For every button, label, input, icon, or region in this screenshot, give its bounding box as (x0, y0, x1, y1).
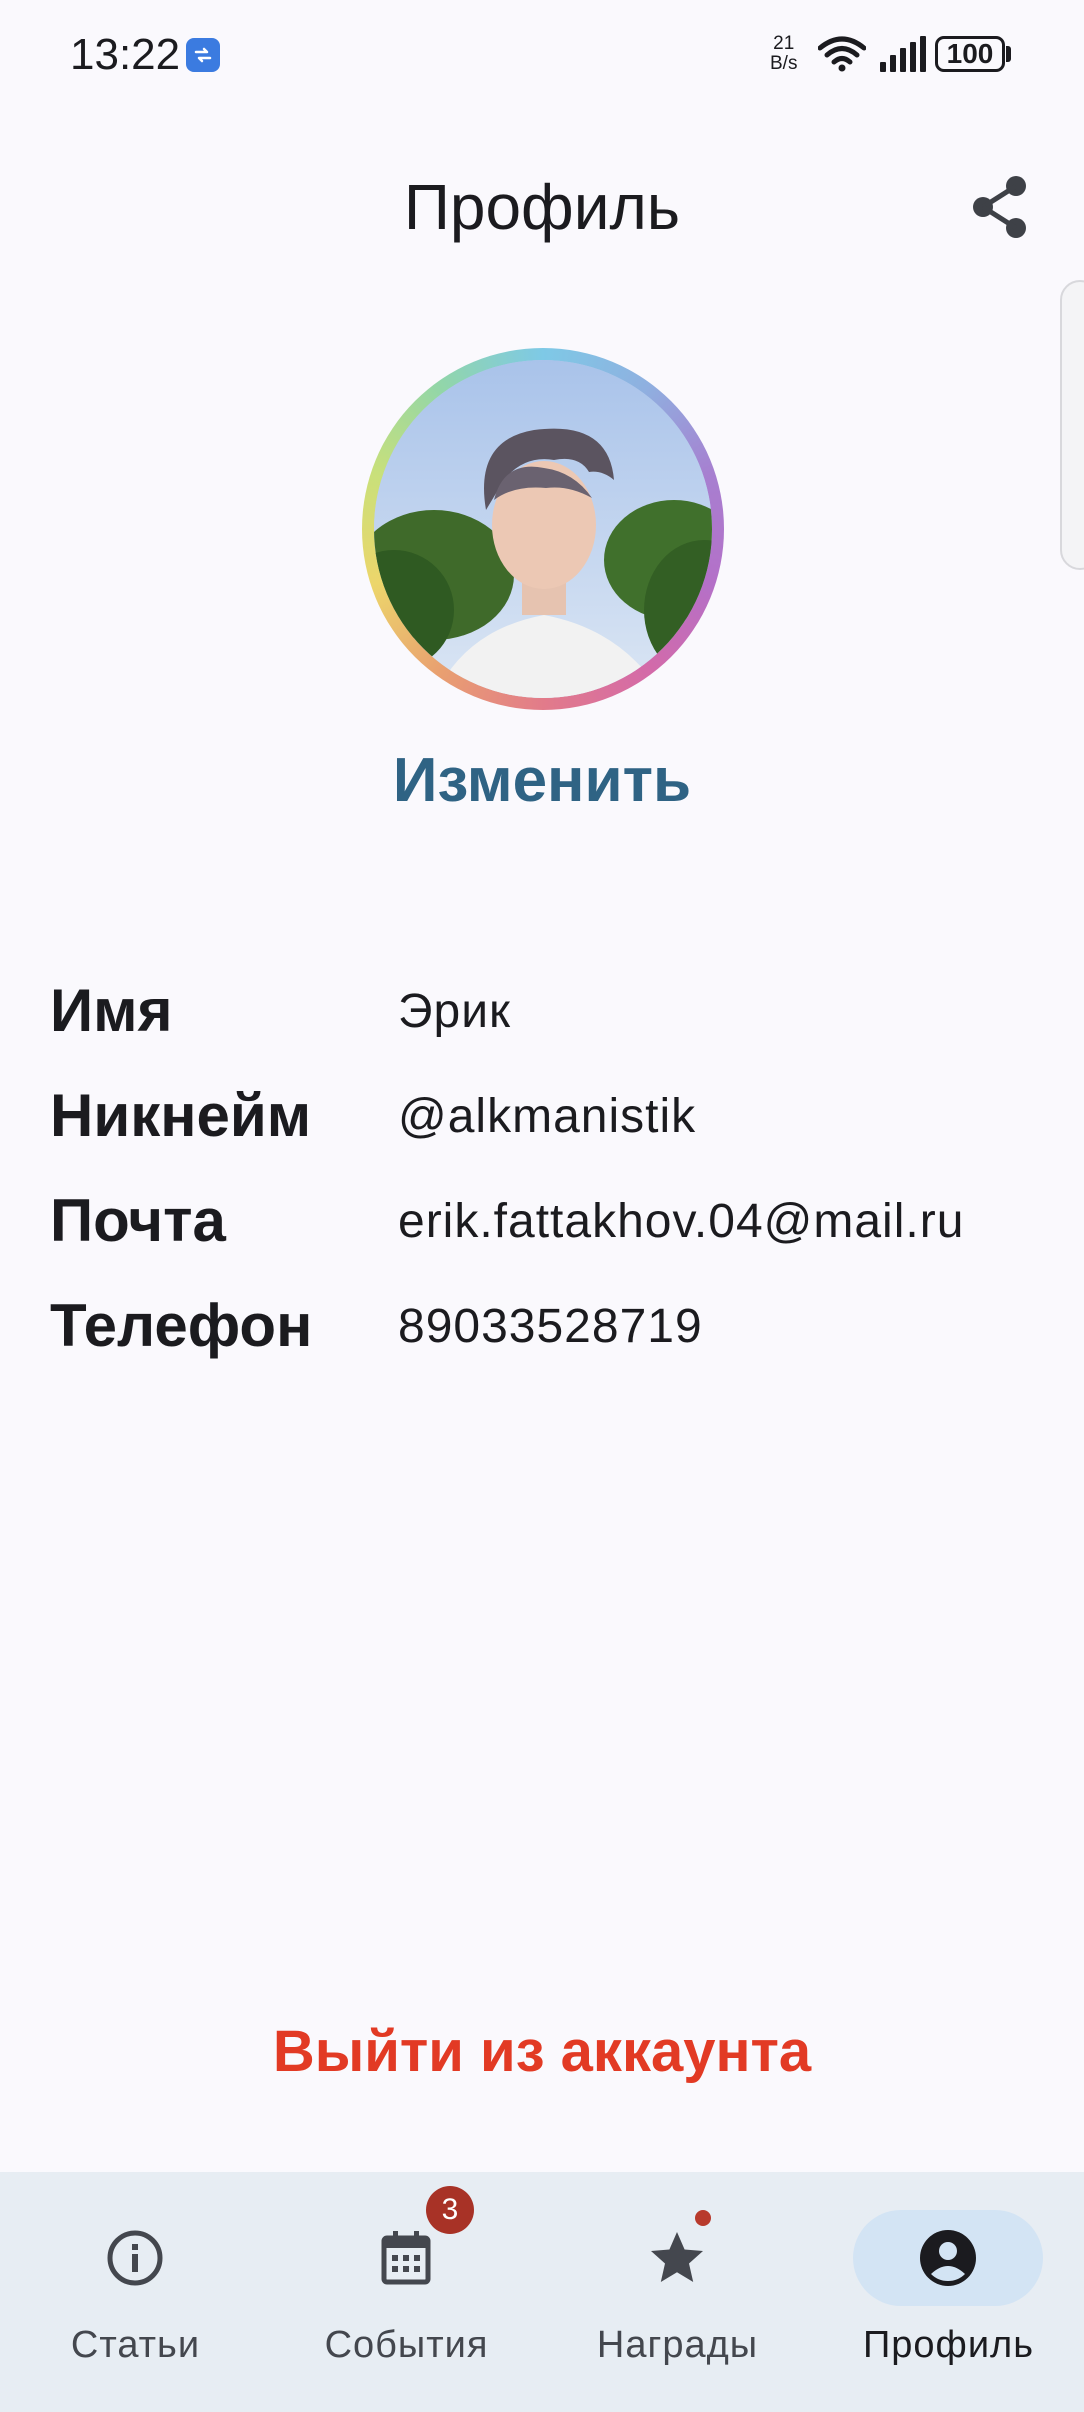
nav-icon-container (582, 2210, 772, 2306)
nav-label: События (324, 2324, 489, 2366)
nav-icon-container (311, 2210, 501, 2306)
info-row-name: Имя Эрик (50, 976, 1050, 1056)
notification-dot (695, 2210, 711, 2226)
field-label: Почта (50, 1187, 226, 1254)
field-value: @alkmanistik (398, 1090, 697, 1143)
account-circle-icon (920, 2230, 976, 2286)
page-title: Профиль (403, 171, 681, 243)
info-icon (107, 2230, 163, 2286)
share-icon[interactable] (970, 172, 1030, 242)
status-bar: 13:22 21 B/s 100 (0, 0, 1084, 110)
sync-app-icon (186, 38, 220, 72)
field-label: Никнейм (50, 1082, 312, 1149)
signal-icon (880, 36, 926, 72)
nav-label: Награды (596, 2324, 759, 2366)
avatar-ring[interactable] (362, 348, 724, 710)
nav-item-articles[interactable]: Статьи (0, 2172, 271, 2412)
avatar[interactable] (374, 360, 712, 698)
battery-indicator: 100 (935, 36, 1005, 72)
field-value: Эрик (398, 985, 512, 1038)
star-icon (651, 2232, 703, 2282)
nav-item-events[interactable]: 3 События (271, 2172, 542, 2412)
field-value: 89033528719 (398, 1300, 703, 1353)
nav-icon-container-active (853, 2210, 1043, 2306)
network-speed: 21 B/s (770, 34, 797, 74)
nav-item-awards[interactable]: Награды (542, 2172, 813, 2412)
info-row-phone: Телефон 89033528719 (50, 1291, 1050, 1371)
avatar-photo (374, 360, 712, 698)
field-label: Имя (50, 977, 173, 1044)
info-row-email: Почта erik.fattakhov.04@mail.ru (50, 1186, 1050, 1266)
logout-button[interactable]: Выйти из аккаунта (0, 2018, 1084, 2085)
status-time: 13:22 (70, 30, 181, 79)
nav-label: Статьи (70, 2324, 201, 2366)
change-avatar-link[interactable]: Изменить (0, 745, 1084, 816)
info-row-nickname: Никнейм @alkmanistik (50, 1081, 1050, 1161)
network-speed-value: 21 (773, 33, 795, 54)
edge-panel-handle[interactable] (1060, 280, 1084, 570)
wifi-icon (818, 36, 866, 72)
profile-screen: 13:22 21 B/s 100 Профиль Изменить Имя Эр… (0, 0, 1084, 2412)
calendar-icon (381, 2231, 431, 2285)
nav-icon-container (40, 2210, 230, 2306)
battery-tip (1006, 46, 1011, 62)
nav-label: Профиль (862, 2324, 1035, 2366)
notification-badge: 3 (426, 2186, 474, 2234)
bottom-nav: Статьи 3 События Награды Профиль (0, 2172, 1084, 2412)
field-label: Телефон (50, 1292, 313, 1359)
field-value: erik.fattakhov.04@mail.ru (398, 1195, 965, 1248)
network-speed-unit: B/s (770, 53, 798, 74)
nav-item-profile[interactable]: Профиль (813, 2172, 1084, 2412)
